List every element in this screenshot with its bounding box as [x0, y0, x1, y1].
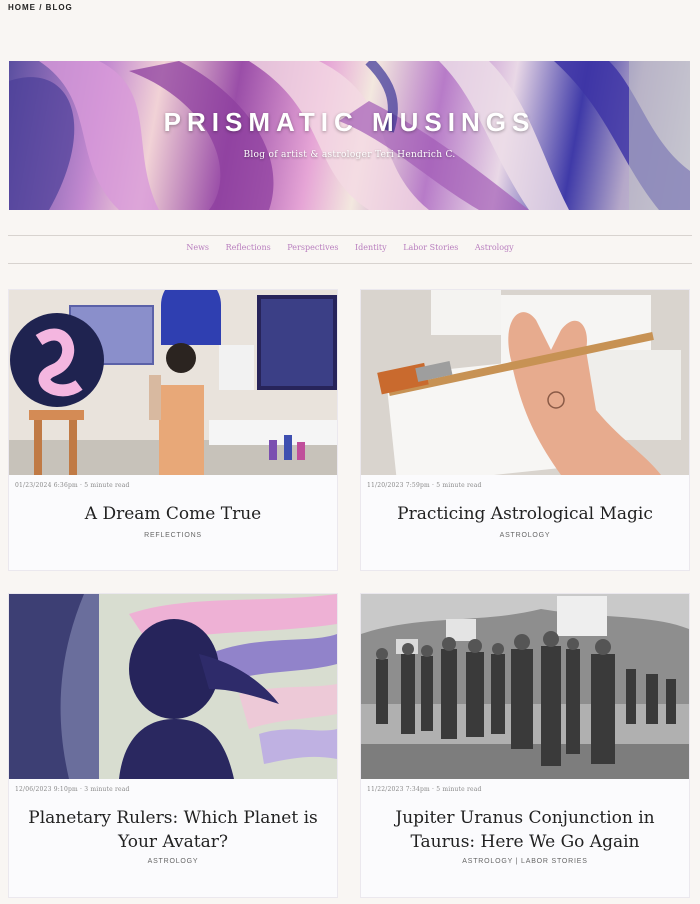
site-title: PRISMATIC MUSINGS [163, 107, 536, 137]
hero-banner: PRISMATIC MUSINGS Blog of artist & astro… [9, 61, 690, 210]
post-meta: 11/22/2023 7:34pm · 5 minute read [367, 786, 482, 793]
post-category[interactable]: ASTROLOGY [9, 858, 337, 865]
post-card[interactable]: 01/23/2024 6:36pm · 5 minute read A Drea… [8, 289, 338, 571]
breadcrumb: HOME / BLOG [8, 3, 73, 12]
nav-link-labor-stories[interactable]: Labor Stories [403, 243, 458, 252]
post-card[interactable]: 12/06/2023 9:10pm · 3 minute read Planet… [8, 593, 338, 898]
breadcrumb-current: BLOG [45, 3, 73, 12]
post-category[interactable]: REFLECTIONS [9, 532, 337, 539]
post-image[interactable] [361, 290, 689, 475]
nav-bottom-divider [8, 263, 692, 264]
post-meta: 01/23/2024 6:36pm · 5 minute read [15, 482, 130, 489]
breadcrumb-separator: / [36, 3, 46, 12]
artist-studio-photo [9, 290, 337, 475]
post-title[interactable]: Planetary Rulers: Which Planet is Your A… [15, 806, 331, 854]
nav-link-identity[interactable]: Identity [355, 243, 387, 252]
post-image[interactable] [9, 290, 337, 475]
nav-link-news[interactable]: News [186, 243, 209, 252]
post-card[interactable]: 11/22/2023 7:34pm · 5 minute read Jupite… [360, 593, 690, 898]
woman-wind-illustration [9, 594, 337, 779]
nav-top-divider [8, 235, 692, 236]
paintbrush-hand-photo [361, 290, 689, 475]
post-card[interactable]: 11/20/2023 7:59pm · 5 minute read Practi… [360, 289, 690, 571]
post-image[interactable] [361, 594, 689, 779]
post-image[interactable] [9, 594, 337, 779]
post-title[interactable]: Jupiter Uranus Conjunction in Taurus: He… [367, 806, 683, 854]
post-category[interactable]: ASTROLOGY | LABOR STORIES [361, 858, 689, 865]
strike-protest-photo [361, 594, 689, 779]
post-category[interactable]: ASTROLOGY [361, 532, 689, 539]
post-title[interactable]: A Dream Come True [15, 502, 331, 526]
site-subtitle: Blog of artist & astrologer Teri Hendric… [243, 150, 456, 160]
post-title[interactable]: Practicing Astrological Magic [367, 502, 683, 526]
post-meta: 11/20/2023 7:59pm · 5 minute read [367, 482, 482, 489]
nav-link-perspectives[interactable]: Perspectives [287, 243, 338, 252]
nav-link-astrology[interactable]: Astrology [475, 243, 514, 252]
category-nav: News Reflections Perspectives Identity L… [0, 243, 700, 252]
post-meta: 12/06/2023 9:10pm · 3 minute read [15, 786, 130, 793]
breadcrumb-home-link[interactable]: HOME [8, 3, 36, 12]
nav-link-reflections[interactable]: Reflections [226, 243, 271, 252]
